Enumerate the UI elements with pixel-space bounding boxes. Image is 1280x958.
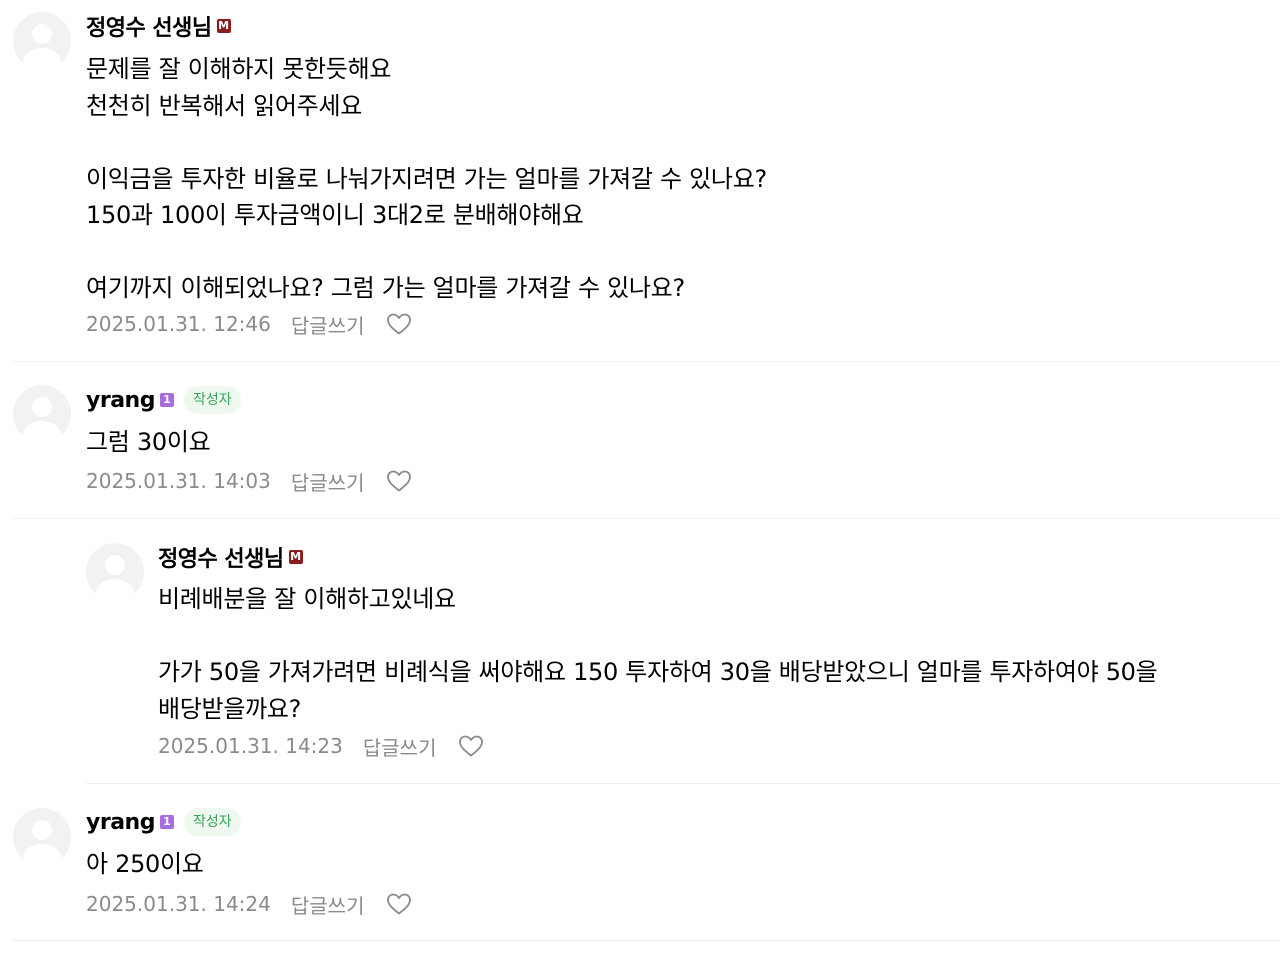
comment-meta: 2025.01.31. 14:24 답글쓰기 <box>86 889 412 919</box>
comment-meta: 2025.01.31. 14:03 답글쓰기 <box>86 466 412 496</box>
heart-outline-icon[interactable] <box>386 469 412 493</box>
level-badge-icon: 1 <box>159 815 174 829</box>
comment-author-row: 정영수 선생님 M <box>158 542 303 572</box>
comment-meta: 2025.01.31. 14:23 답글쓰기 <box>158 731 484 761</box>
comment-author-row: yrang 1 작성자 <box>86 385 241 415</box>
heart-outline-icon[interactable] <box>386 892 412 916</box>
default-profile-icon[interactable] <box>13 385 71 443</box>
comment-divider <box>13 518 1280 519</box>
author-name[interactable]: yrang <box>86 388 155 413</box>
comment-divider <box>13 940 1280 941</box>
author-name[interactable]: yrang <box>86 810 155 835</box>
level-badge-icon: 1 <box>159 393 174 407</box>
comment-text: 비례배분을 잘 이해하고있네요 가가 50을 가져가려면 비례식을 써야해요 1… <box>158 585 1158 723</box>
comment-text: 아 250이요 <box>86 850 204 878</box>
comment-text: 문제를 잘 이해하지 못한듯해요 천천히 반복해서 읽어주세요 이익금을 투자한… <box>86 55 767 302</box>
manager-badge-icon: M <box>216 19 231 33</box>
reply-button[interactable]: 답글쓰기 <box>291 890 365 919</box>
heart-outline-icon[interactable] <box>458 734 484 758</box>
comment-date: 2025.01.31. 14:03 <box>86 469 271 493</box>
default-profile-icon[interactable] <box>13 808 71 866</box>
comment-meta: 2025.01.31. 12:46 답글쓰기 <box>86 309 412 339</box>
comment-author-row: 정영수 선생님 M <box>86 11 231 41</box>
default-profile-icon[interactable] <box>13 12 71 70</box>
comment-text: 그럼 30이요 <box>86 428 211 456</box>
comment-date: 2025.01.31. 12:46 <box>86 312 271 336</box>
comment-list: 정영수 선생님 M 문제를 잘 이해하지 못한듯해요 천천히 반복해서 읽어주세… <box>0 0 1280 958</box>
reply-button[interactable]: 답글쓰기 <box>291 467 365 496</box>
writer-tag: 작성자 <box>183 808 241 836</box>
author-name[interactable]: 정영수 선생님 <box>158 541 284 573</box>
comment-divider <box>86 783 1280 784</box>
default-profile-icon[interactable] <box>86 543 144 601</box>
writer-tag: 작성자 <box>183 386 241 414</box>
comment-date: 2025.01.31. 14:23 <box>158 734 343 758</box>
reply-button[interactable]: 답글쓰기 <box>291 310 365 339</box>
comment-divider <box>13 361 1280 362</box>
comment-author-row: yrang 1 작성자 <box>86 807 241 837</box>
heart-outline-icon[interactable] <box>386 312 412 336</box>
comment-date: 2025.01.31. 14:24 <box>86 892 271 916</box>
manager-badge-icon: M <box>288 550 303 564</box>
author-name[interactable]: 정영수 선생님 <box>86 10 212 42</box>
reply-button[interactable]: 답글쓰기 <box>363 732 437 761</box>
